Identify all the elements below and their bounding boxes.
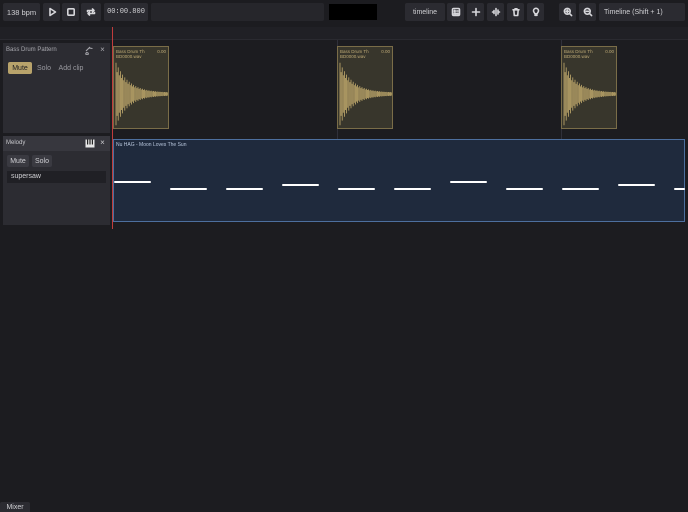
zoom-in-icon <box>563 7 572 17</box>
calculator-button[interactable] <box>447 3 464 21</box>
clip-value: 0.00 <box>381 49 390 54</box>
note[interactable] <box>282 184 319 186</box>
zoom-in-button[interactable] <box>559 3 576 21</box>
zoom-out-button[interactable] <box>579 3 596 21</box>
time-display: 00:00.800 <box>104 3 148 21</box>
transport-spacer <box>151 3 324 21</box>
mute-button[interactable]: Mute <box>7 155 29 167</box>
time-label: 00:00.800 <box>107 8 145 16</box>
mute-button[interactable]: Mute <box>8 62 32 74</box>
note[interactable] <box>114 181 151 183</box>
note[interactable] <box>394 188 431 190</box>
loop-button[interactable] <box>81 3 101 21</box>
waveform <box>115 62 168 126</box>
waveform <box>563 62 616 126</box>
track-name: Bass Drum Pattern <box>6 47 57 53</box>
note[interactable] <box>450 181 487 183</box>
view-hint-field[interactable]: Timeline (Shift + 1) <box>599 3 685 21</box>
note[interactable] <box>170 188 207 190</box>
add-button[interactable] <box>467 3 484 21</box>
calculator-icon <box>451 7 460 17</box>
drum-clip[interactable]: Bass Drum Th 0.00 BD0000.wav <box>337 46 393 129</box>
timeline-ruler[interactable] <box>0 27 688 40</box>
solo-button[interactable]: Solo <box>32 155 52 167</box>
waveform <box>339 62 392 126</box>
note[interactable] <box>226 188 263 190</box>
bpm-display[interactable]: 138 bpm <box>3 3 40 21</box>
view-mode-button[interactable]: timeline <box>405 3 445 21</box>
visualizer-screen <box>329 4 377 20</box>
hint-button[interactable] <box>527 3 544 21</box>
clip-value: 0.00 <box>157 49 166 54</box>
plus-icon <box>471 7 480 17</box>
instrument-field[interactable]: supersaw <box>7 171 106 183</box>
note[interactable] <box>562 188 599 190</box>
piano-icon[interactable] <box>85 139 95 148</box>
delete-button[interactable] <box>507 3 524 21</box>
bpm-label: 138 bpm <box>6 7 37 17</box>
clip-title: Nu HAG - Moon Loves The Sun <box>116 142 187 148</box>
waveform-icon <box>491 7 500 17</box>
mixer-tab[interactable]: Mixer <box>0 502 30 512</box>
play-button[interactable] <box>43 3 60 21</box>
clip-value: 0.00 <box>605 49 614 54</box>
close-icon[interactable]: × <box>98 45 107 55</box>
trash-icon <box>511 8 520 17</box>
note[interactable] <box>338 188 375 190</box>
stop-icon <box>66 7 75 17</box>
add-clip-button[interactable]: Add clip <box>56 62 86 74</box>
view-mode-label: timeline <box>412 8 438 16</box>
track-name: Melody <box>6 140 26 146</box>
track-header-melody: Melody × Mute Solo supersaw <box>3 136 110 225</box>
close-icon[interactable]: × <box>98 138 107 148</box>
drum-pattern-icon[interactable] <box>84 45 94 56</box>
note[interactable] <box>506 188 543 190</box>
zoom-out-icon <box>583 7 592 17</box>
waveform-button[interactable] <box>487 3 504 21</box>
loop-icon <box>86 8 96 16</box>
drum-clip[interactable]: Bass Drum Th 0.00 BD0000.wav <box>561 46 617 129</box>
play-icon <box>48 7 56 17</box>
bulb-icon <box>532 7 539 17</box>
playhead[interactable] <box>112 27 113 229</box>
note[interactable] <box>618 184 655 186</box>
note[interactable] <box>674 188 685 190</box>
stop-button[interactable] <box>62 3 79 21</box>
melody-clip[interactable]: Nu HAG - Moon Loves The Sun <box>113 139 685 222</box>
track-header-bass-drum: Bass Drum Pattern × Mute Solo Add clip <box>3 43 110 133</box>
drum-clip[interactable]: Bass Drum Th 0.00 BD0000.wav <box>113 46 169 129</box>
view-hint-label: Timeline (Shift + 1) <box>604 8 663 16</box>
mixer-tab-label: Mixer <box>6 503 24 511</box>
solo-button[interactable]: Solo <box>34 62 54 74</box>
